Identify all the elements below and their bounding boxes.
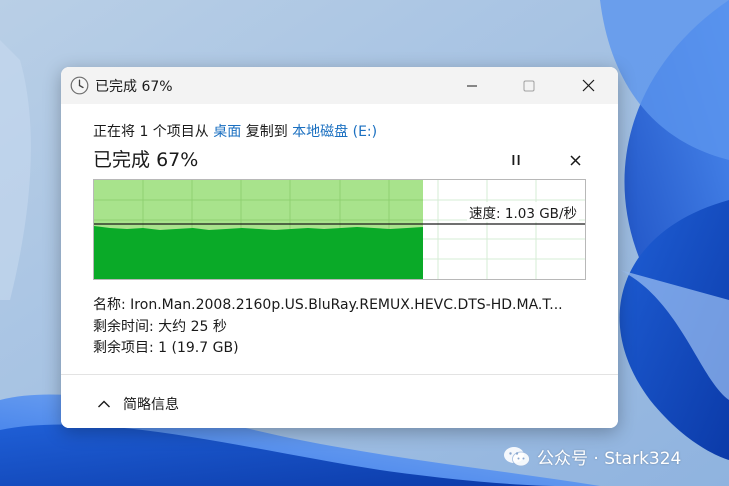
chevron-up-icon	[98, 400, 110, 408]
close-icon	[582, 79, 594, 92]
file-name-row: 名称: Iron.Man.2008.2160p.US.BluRay.REMUX.…	[93, 294, 589, 314]
clock-icon	[70, 76, 89, 95]
cancel-icon	[569, 154, 581, 166]
source-link[interactable]: 桌面	[213, 124, 241, 140]
fewer-details-button[interactable]: 简略信息	[97, 394, 179, 414]
window-title: 已完成 67%	[95, 79, 173, 95]
file-name-label: 名称:	[93, 297, 131, 313]
pause-icon	[512, 155, 520, 165]
wechat-icon	[504, 446, 530, 466]
items-remaining-value: 1 (19.7 GB)	[158, 340, 239, 356]
file-copy-dialog: 已完成 67% 正在将 1 个项目从 桌面 复制到 本地磁盘 (E:) 已完成 …	[61, 67, 618, 428]
status-percent: 67%	[156, 149, 199, 171]
transfer-speed-graph: 速度: 1.03 GB/秒	[93, 179, 586, 280]
time-remaining-value: 大约 25 秒	[158, 319, 227, 335]
pause-button[interactable]	[505, 151, 527, 169]
progress-status: 已完成 67%	[93, 145, 198, 172]
minimize-icon	[467, 85, 477, 86]
time-remaining-row: 剩余时间: 大约 25 秒	[93, 316, 227, 336]
cancel-button[interactable]	[564, 150, 586, 170]
speed-area	[94, 226, 423, 279]
copy-description: 正在将 1 个项目从 桌面 复制到 本地磁盘 (E:)	[93, 121, 377, 141]
copy-middle: 复制到	[241, 124, 293, 140]
watermark-text: 公众号 · Stark324	[537, 449, 682, 469]
file-name-value: Iron.Man.2008.2160p.US.BluRay.REMUX.HEVC…	[130, 297, 563, 313]
dialog-footer: 简略信息	[61, 375, 618, 428]
watermark: 公众号 · Stark324	[503, 444, 681, 469]
items-remaining-row: 剩余项目: 1 (19.7 GB)	[93, 337, 239, 357]
fewer-details-label: 简略信息	[123, 397, 179, 413]
maximize-icon	[523, 80, 535, 91]
copy-prefix: 正在将 1 个项目从	[93, 124, 214, 140]
close-button[interactable]	[560, 67, 616, 104]
speed-label: 速度: 1.03 GB/秒	[467, 202, 579, 222]
destination-link[interactable]: 本地磁盘 (E:)	[292, 124, 377, 140]
speed-graph-canvas	[94, 180, 585, 279]
title-bar[interactable]: 已完成 67%	[61, 67, 618, 104]
time-remaining-label: 剩余时间:	[93, 319, 159, 335]
maximize-button[interactable]	[501, 67, 557, 104]
status-label: 已完成	[93, 149, 151, 171]
items-remaining-label: 剩余项目:	[93, 340, 159, 356]
minimize-button[interactable]	[444, 67, 500, 104]
